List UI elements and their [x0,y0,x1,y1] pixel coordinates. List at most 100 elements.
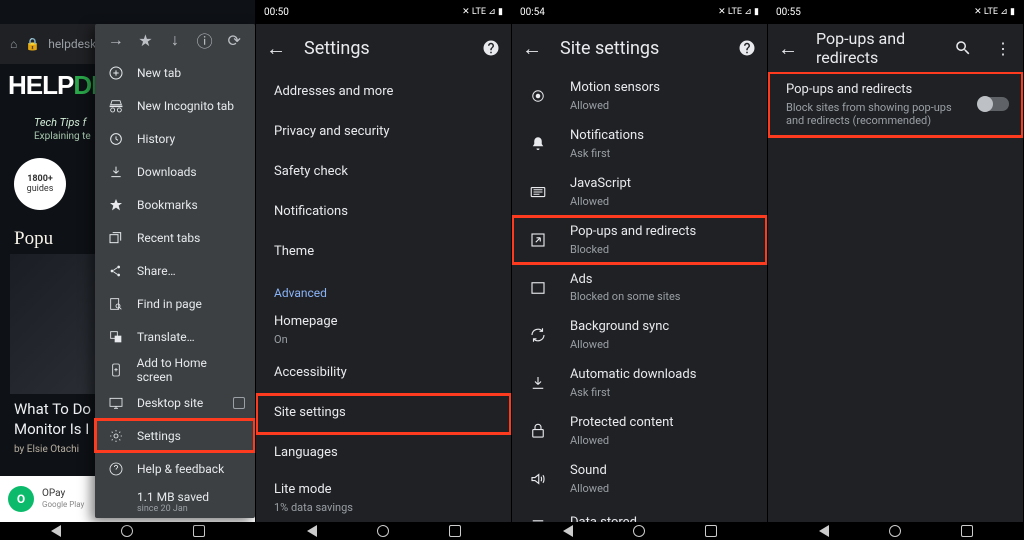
ads-icon [528,278,548,298]
menu-item-label: Desktop site [137,396,203,410]
site-setting-ads[interactable]: AdsBlocked on some sites [512,264,767,312]
item-label: Accessibility [274,365,493,382]
home-icon[interactable]: ⌂ [10,37,17,51]
bookmark-icon[interactable]: ★ [134,29,156,51]
settings-item-safety-check[interactable]: Safety check [256,152,511,192]
menu-item-label: Downloads [137,165,197,179]
menu-item-translate-[interactable]: Translate… [95,320,255,353]
settings-item-homepage[interactable]: HomepageOn [256,306,511,354]
menu-item-find-in-page[interactable]: Find in page [95,287,255,320]
settings-item-theme[interactable]: Theme [256,232,511,272]
item-label: Addresses and more [274,84,493,101]
menu-item-settings[interactable]: Settings [95,419,255,452]
settings-item-privacy-and-security[interactable]: Privacy and security [256,112,511,152]
menu-item-history[interactable]: History [95,122,255,155]
status-time: 00:50 [264,7,289,18]
info-icon[interactable]: ⓘ [194,29,216,51]
popups-toggle-row[interactable]: Pop-ups and redirects Block sites from s… [768,72,1023,137]
menu-item-label: Share… [137,264,176,278]
help-icon[interactable] [479,36,503,60]
menu-item-new-incognito-tab[interactable]: New Incognito tab [95,89,255,122]
help-icon [107,461,125,477]
menu-item-label: New Incognito tab [137,99,234,113]
download-icon[interactable]: ↓ [164,29,186,51]
item-label: Sound [570,463,749,480]
motion-icon [528,86,548,106]
settings-item-site-settings[interactable]: Site settings [256,394,511,434]
auto-icon [528,373,548,393]
nav-back-icon[interactable] [819,525,829,537]
settings-item-lite-mode[interactable]: Lite mode1% data savings [256,474,511,522]
site-setting-sound[interactable]: SoundAllowed [512,455,767,503]
item-label: Theme [274,244,493,261]
nav-back-icon[interactable] [307,525,317,537]
nav-back-icon[interactable] [563,525,573,537]
js-icon [528,182,548,202]
phone-4-popups-redirects: 00:55 ✕ LTE ⊿ ▮ ← Pop-ups and redirects … [768,0,1024,540]
plus-icon [107,65,125,81]
incog-icon [107,98,125,114]
menu-item-label: Add to Home screen [137,356,243,384]
item-sub: Allowed [570,434,749,447]
nav-home-icon[interactable] [889,525,901,537]
menu-item-desktop-site[interactable]: Desktop site [95,386,255,419]
status-bar: 00:50 ✕ LTE ⊿ ▮ [256,0,511,24]
site-setting-notifications[interactable]: NotificationsAsk first [512,120,767,168]
site-setting-motion-sensors[interactable]: Motion sensorsAllowed [512,72,767,120]
overflow-icon[interactable]: ⋮ [991,36,1015,60]
nav-home-icon[interactable] [377,525,389,537]
reload-icon[interactable]: ⟳ [223,29,245,51]
settings-item-accessibility[interactable]: Accessibility [256,354,511,394]
lock-icon: 🔒 [25,37,40,51]
settings-item-addresses-and-more[interactable]: Addresses and more [256,72,511,112]
search-icon[interactable] [951,36,975,60]
site-setting-background-sync[interactable]: Background syncAllowed [512,311,767,359]
prot-icon [528,421,548,441]
nav-home-icon[interactable] [633,525,645,537]
settings-list: Addresses and more Privacy and securitySa… [256,72,511,540]
settings-item-notifications[interactable]: Notifications [256,192,511,232]
page-title: Site settings [560,38,719,59]
menu-item-1-1-mb-saved[interactable]: 1.1 MB savedsince 20 Jan [95,485,255,518]
item-label: Pop-ups and redirects [570,224,749,241]
menu-item-recent-tabs[interactable]: Recent tabs [95,221,255,254]
forward-icon[interactable]: → [105,29,127,51]
back-arrow-icon[interactable]: ← [264,36,288,60]
toggle-label: Pop-ups and redirects [786,82,967,99]
toggle-switch[interactable] [979,97,1009,111]
item-label: JavaScript [570,176,749,193]
back-arrow-icon[interactable]: ← [776,36,800,60]
menu-item-downloads[interactable]: Downloads [95,155,255,188]
nav-recent-icon[interactable] [961,525,973,537]
status-time: 00:55 [776,7,801,18]
item-sub: Ask first [570,386,749,399]
site-setting-protected-content[interactable]: Protected contentAllowed [512,407,767,455]
menu-item-label: 1.1 MB saved [137,490,209,504]
site-tagline: Tech Tips f [34,116,86,129]
menu-item-label: New tab [137,66,181,80]
back-arrow-icon[interactable]: ← [520,36,544,60]
site-settings-list: Motion sensorsAllowedNotificationsAsk fi… [512,72,767,540]
find-icon [107,296,125,312]
menu-item-share-[interactable]: Share… [95,254,255,287]
item-label: Languages [274,445,493,462]
site-setting-javascript[interactable]: JavaScriptAllowed [512,168,767,216]
site-setting-pop-ups-and-redirects[interactable]: Pop-ups and redirectsBlocked [512,216,767,264]
nav-recent-icon[interactable] [705,525,717,537]
status-bar: 00:54 ✕ LTE ⊿ ▮ [512,0,767,24]
menu-item-help-feedback[interactable]: Help & feedback [95,452,255,485]
menu-item-bookmarks[interactable]: Bookmarks [95,188,255,221]
help-icon[interactable] [735,36,759,60]
settings-item-languages[interactable]: Languages [256,434,511,474]
item-label: Notifications [570,128,749,145]
desktop-site-checkbox[interactable] [233,397,245,409]
site-setting-automatic-downloads[interactable]: Automatic downloadsAsk first [512,359,767,407]
nav-recent-icon[interactable] [449,525,461,537]
menu-item-add-to-home-screen[interactable]: Add to Home screen [95,353,255,386]
nav-recent-icon[interactable] [193,525,205,537]
item-sub: On [274,333,493,346]
nav-home-icon[interactable] [121,525,133,537]
star-icon [107,197,125,213]
nav-back-icon[interactable] [51,525,61,537]
menu-item-new-tab[interactable]: New tab [95,56,255,89]
